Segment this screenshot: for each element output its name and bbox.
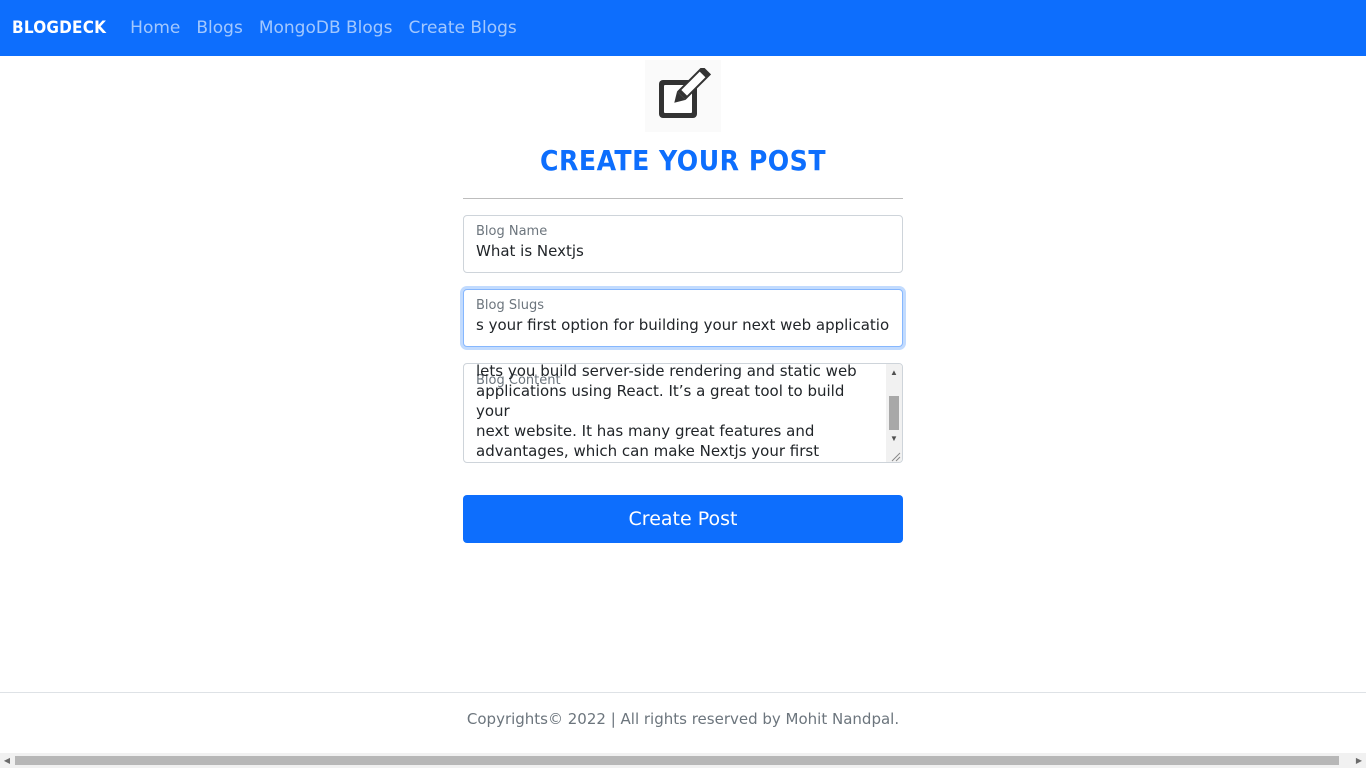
- blog-slugs-input[interactable]: [476, 316, 890, 334]
- blog-name-label: Blog Name: [476, 224, 548, 239]
- resize-grip-icon[interactable]: [889, 449, 901, 462]
- divider: [463, 198, 903, 199]
- footer-copyright: Copyrights© 2022 | All rights reserved b…: [466, 710, 900, 728]
- nav-link-blogs[interactable]: Blogs: [196, 18, 242, 38]
- create-post-button[interactable]: Create Post: [463, 495, 903, 543]
- horizontal-scrollbar[interactable]: ◀ ▶: [0, 753, 1366, 768]
- blog-content-field[interactable]: Blog Content lets you build server-side …: [463, 363, 903, 463]
- scroll-down-icon[interactable]: ▼: [886, 432, 902, 446]
- nav-link-home[interactable]: Home: [130, 18, 180, 38]
- scroll-left-icon[interactable]: ◀: [0, 753, 14, 768]
- blog-slugs-field[interactable]: Blog Slugs: [463, 289, 903, 347]
- nav-link-mongodb-blogs[interactable]: MongoDB Blogs: [259, 18, 393, 38]
- page-title: CREATE YOUR POST: [539, 144, 827, 177]
- blog-name-field[interactable]: Blog Name: [463, 215, 903, 273]
- footer-divider: [0, 692, 1366, 693]
- brand-logo[interactable]: BLOGDECK: [12, 18, 106, 38]
- navbar: BLOGDECK Home Blogs MongoDB Blogs Create…: [0, 0, 1366, 56]
- scroll-thumb[interactable]: [889, 396, 899, 430]
- horizontal-scroll-thumb[interactable]: [15, 756, 1339, 765]
- scroll-right-icon[interactable]: ▶: [1352, 753, 1366, 768]
- blog-slugs-label: Blog Slugs: [476, 298, 544, 313]
- scroll-up-icon[interactable]: ▲: [886, 366, 902, 380]
- edit-square-icon: [645, 60, 721, 132]
- textarea-scrollbar[interactable]: ▲ ▼: [886, 364, 902, 462]
- blog-name-input[interactable]: [476, 242, 890, 260]
- nav-link-create-blogs[interactable]: Create Blogs: [408, 18, 516, 38]
- blog-content-textarea[interactable]: lets you build server-side rendering and…: [476, 364, 871, 462]
